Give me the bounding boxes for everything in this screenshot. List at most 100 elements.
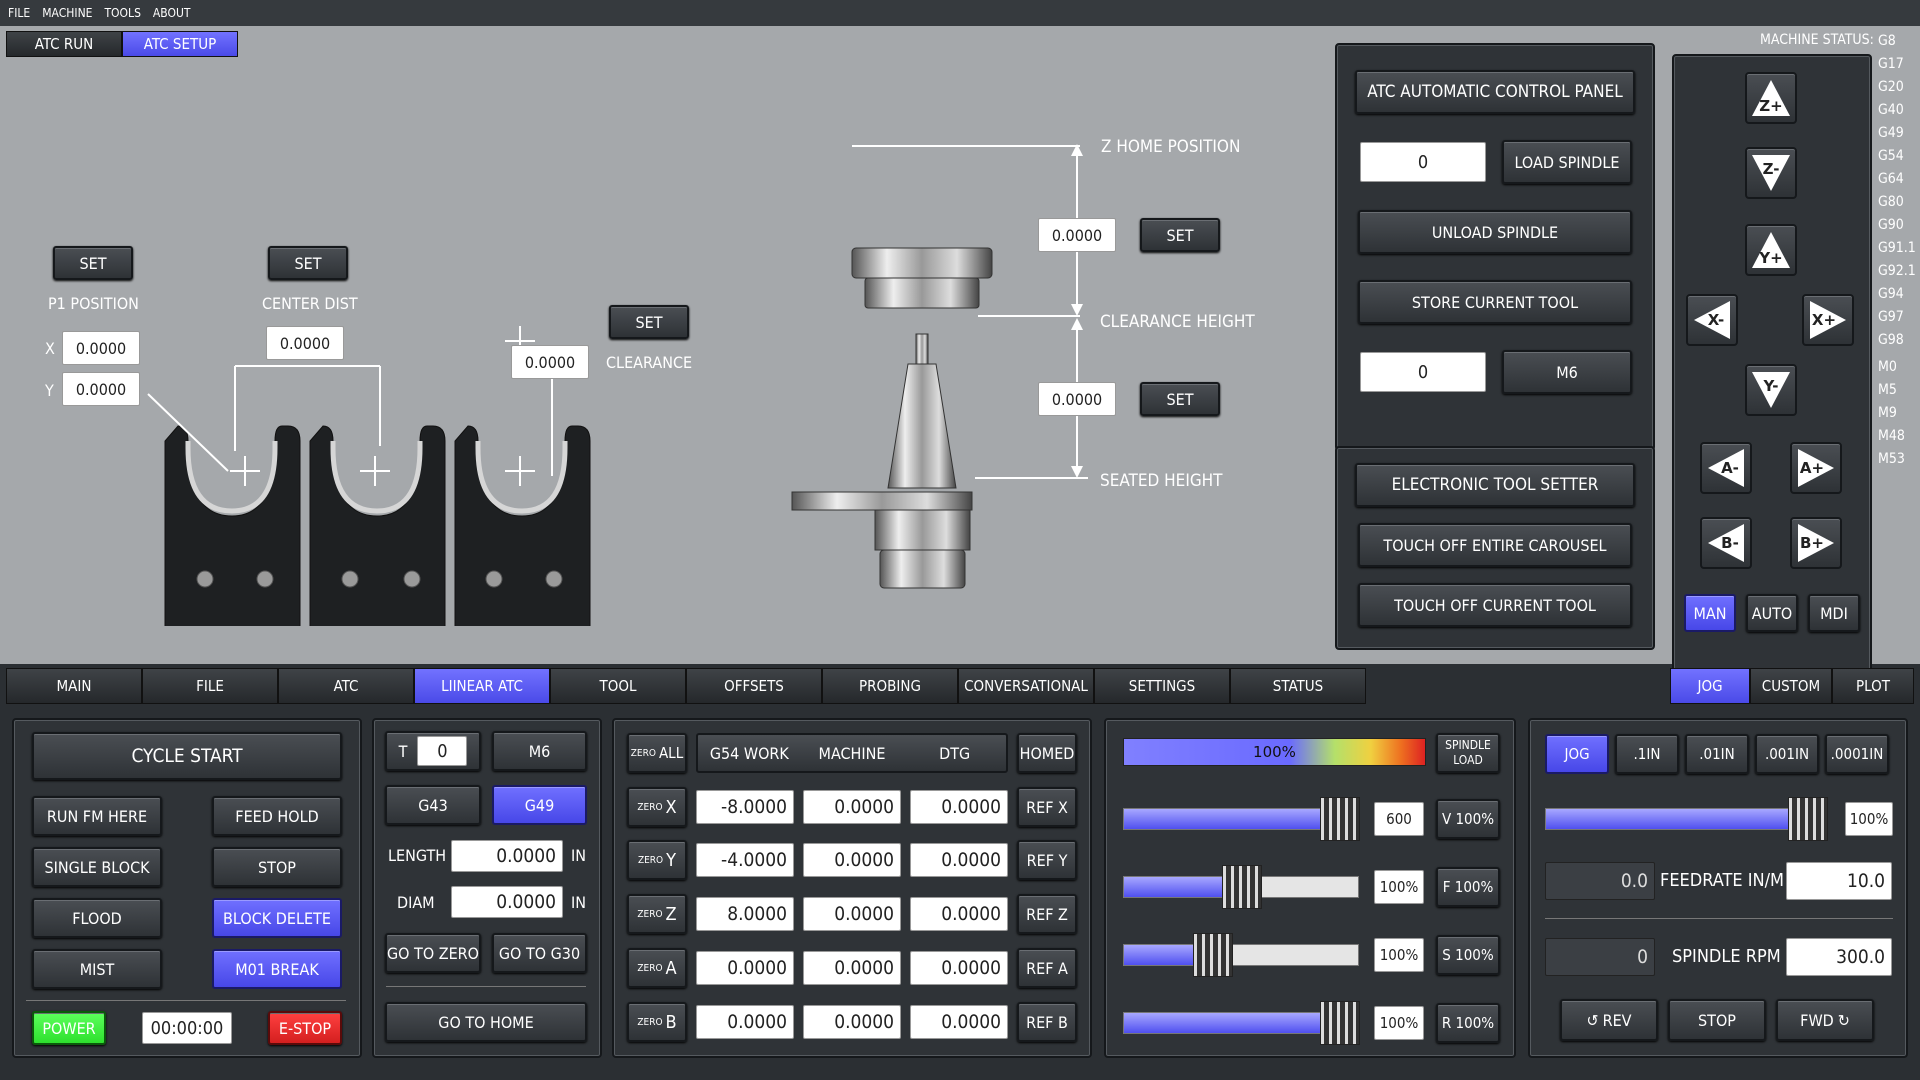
cycle-start-button[interactable]: CYCLE START	[32, 732, 342, 780]
jog-rate-slider[interactable]	[1545, 797, 1828, 841]
g43-button[interactable]: G43	[385, 785, 481, 825]
menu-file[interactable]: FILE	[8, 6, 30, 20]
velocity-reset-button[interactable]: V 100%	[1436, 799, 1500, 839]
estop-button[interactable]: E-STOP	[268, 1011, 342, 1045]
ref-a-button[interactable]: REF A	[1017, 948, 1077, 988]
mist-button[interactable]: MIST	[32, 949, 162, 989]
zero-y-button[interactable]: ZERO Y	[627, 840, 687, 880]
load-spindle-button[interactable]: LOAD SPINDLE	[1502, 140, 1632, 184]
ref-b-button[interactable]: REF B	[1017, 1002, 1077, 1042]
jog-increment-0[interactable]: JOG	[1545, 734, 1609, 774]
p1-set-button[interactable]: SET	[53, 246, 133, 280]
m6-button[interactable]: M6	[1502, 350, 1632, 394]
ref-x-button[interactable]: REF X	[1017, 787, 1077, 827]
tool-m6-button[interactable]: M6	[492, 731, 587, 771]
spindle-override-slider[interactable]	[1123, 933, 1359, 977]
length-field[interactable]: 0.0000	[451, 840, 563, 872]
tab-atc-run[interactable]: ATC RUN	[6, 31, 122, 57]
feed-reset-button[interactable]: F 100%	[1436, 867, 1500, 907]
jog-x-plus-button[interactable]: X+	[1802, 294, 1854, 346]
zero-a-button[interactable]: ZERO A	[627, 948, 687, 988]
jog-increment-4[interactable]: .0001IN	[1825, 734, 1889, 774]
center-dist-set-button[interactable]: SET	[268, 246, 348, 280]
zero-b-button[interactable]: ZERO B	[627, 1002, 687, 1042]
feed-override-slider[interactable]	[1123, 865, 1359, 909]
dro-work-z[interactable]: 8.0000	[696, 897, 794, 931]
power-button[interactable]: POWER	[32, 1011, 106, 1045]
tab-settings[interactable]: SETTINGS	[1094, 668, 1230, 704]
jog-y-plus-button[interactable]: Y+	[1745, 224, 1797, 276]
tab-jog[interactable]: JOG	[1670, 668, 1750, 704]
jog-z-plus-button[interactable]: Z+	[1745, 72, 1797, 124]
clearance-set-button[interactable]: SET	[609, 305, 689, 339]
g49-button[interactable]: G49	[492, 785, 587, 825]
jog-b-minus-button[interactable]: B-	[1700, 517, 1752, 569]
go-to-g30-button[interactable]: GO TO G30	[492, 933, 587, 973]
jog-a-minus-button[interactable]: A-	[1700, 442, 1752, 494]
single-block-button[interactable]: SINGLE BLOCK	[32, 847, 162, 887]
jog-increment-3[interactable]: .001IN	[1755, 734, 1819, 774]
jog-z-minus-button[interactable]: Z-	[1745, 147, 1797, 199]
rapid-reset-button[interactable]: R 100%	[1436, 1003, 1500, 1043]
tab-file[interactable]: FILE	[142, 668, 278, 704]
slider-handle[interactable]	[1320, 1001, 1360, 1045]
tab-linear-atc[interactable]: LIINEAR ATC	[414, 668, 550, 704]
dro-work-x[interactable]: -8.0000	[696, 790, 794, 824]
jog-increment-1[interactable]: .1IN	[1615, 734, 1679, 774]
unload-spindle-button[interactable]: UNLOAD SPINDLE	[1358, 210, 1632, 254]
tab-tool[interactable]: TOOL	[550, 668, 686, 704]
tab-atc-setup[interactable]: ATC SETUP	[122, 31, 238, 57]
spindle-stop-button[interactable]: STOP	[1668, 999, 1766, 1041]
slider-handle[interactable]	[1193, 933, 1233, 977]
spindle-reset-button[interactable]: S 100%	[1436, 935, 1500, 975]
tab-atc[interactable]: ATC	[278, 668, 414, 704]
z-home-field[interactable]: 0.0000	[1038, 218, 1116, 252]
tab-custom[interactable]: CUSTOM	[1750, 668, 1832, 704]
slider-handle[interactable]	[1320, 797, 1360, 841]
zero-z-button[interactable]: ZERO Z	[627, 894, 687, 934]
rpm-set-field[interactable]: 300.0	[1786, 938, 1892, 976]
feedrate-set-field[interactable]: 10.0	[1786, 862, 1892, 900]
m01-break-button[interactable]: M01 BREAK	[212, 949, 342, 989]
touch-off-current-tool-button[interactable]: TOUCH OFF CURRENT TOOL	[1358, 583, 1632, 627]
spindle-fwd-button[interactable]: FWD ↻	[1776, 999, 1874, 1041]
run-from-here-button[interactable]: RUN FM HERE	[32, 796, 162, 836]
jog-increment-2[interactable]: .01IN	[1685, 734, 1749, 774]
jog-x-minus-button[interactable]: X-	[1686, 294, 1738, 346]
seated-height-field[interactable]: 0.0000	[1038, 382, 1116, 416]
dro-work-y[interactable]: -4.0000	[696, 843, 794, 877]
p1-y-field[interactable]: 0.0000	[62, 372, 140, 406]
flood-button[interactable]: FLOOD	[32, 898, 162, 938]
dro-work-a[interactable]: 0.0000	[696, 951, 794, 985]
jog-rate-handle[interactable]	[1788, 797, 1828, 841]
clearance-field[interactable]: 0.0000	[511, 345, 589, 379]
jog-y-minus-button[interactable]: Y-	[1745, 364, 1797, 416]
store-current-tool-button[interactable]: STORE CURRENT TOOL	[1358, 280, 1632, 324]
touch-off-carousel-button[interactable]: TOUCH OFF ENTIRE CAROUSEL	[1358, 523, 1632, 567]
jog-b-plus-button[interactable]: B+	[1790, 517, 1842, 569]
tab-status[interactable]: STATUS	[1230, 668, 1366, 704]
feed-hold-button[interactable]: FEED HOLD	[212, 796, 342, 836]
tab-plot[interactable]: PLOT	[1832, 668, 1914, 704]
load-tool-field[interactable]: 0	[1360, 142, 1486, 182]
stop-button[interactable]: STOP	[212, 847, 342, 887]
ref-y-button[interactable]: REF Y	[1017, 840, 1077, 880]
jog-a-plus-button[interactable]: A+	[1790, 442, 1842, 494]
tab-conversational[interactable]: CONVERSATIONAL	[958, 668, 1094, 704]
mode-man-button[interactable]: MAN	[1684, 594, 1736, 632]
menu-about[interactable]: ABOUT	[153, 6, 191, 20]
zero-all-button[interactable]: ZERO ALL	[627, 733, 687, 773]
menu-machine[interactable]: MACHINE	[42, 6, 92, 20]
tool-number-field[interactable]: 0	[417, 736, 468, 766]
slider-handle[interactable]	[1222, 865, 1262, 909]
mode-mdi-button[interactable]: MDI	[1808, 594, 1860, 632]
z-home-set-button[interactable]: SET	[1140, 218, 1220, 252]
m6-tool-field[interactable]: 0	[1360, 352, 1486, 392]
ref-z-button[interactable]: REF Z	[1017, 894, 1077, 934]
rapid-override-slider[interactable]	[1123, 1001, 1360, 1045]
go-to-zero-button[interactable]: GO TO ZERO	[385, 933, 481, 973]
spindle-rev-button[interactable]: ↺ REV	[1560, 999, 1658, 1041]
mode-auto-button[interactable]: AUTO	[1746, 594, 1798, 632]
dro-work-b[interactable]: 0.0000	[696, 1005, 794, 1039]
p1-x-field[interactable]: 0.0000	[62, 331, 140, 365]
